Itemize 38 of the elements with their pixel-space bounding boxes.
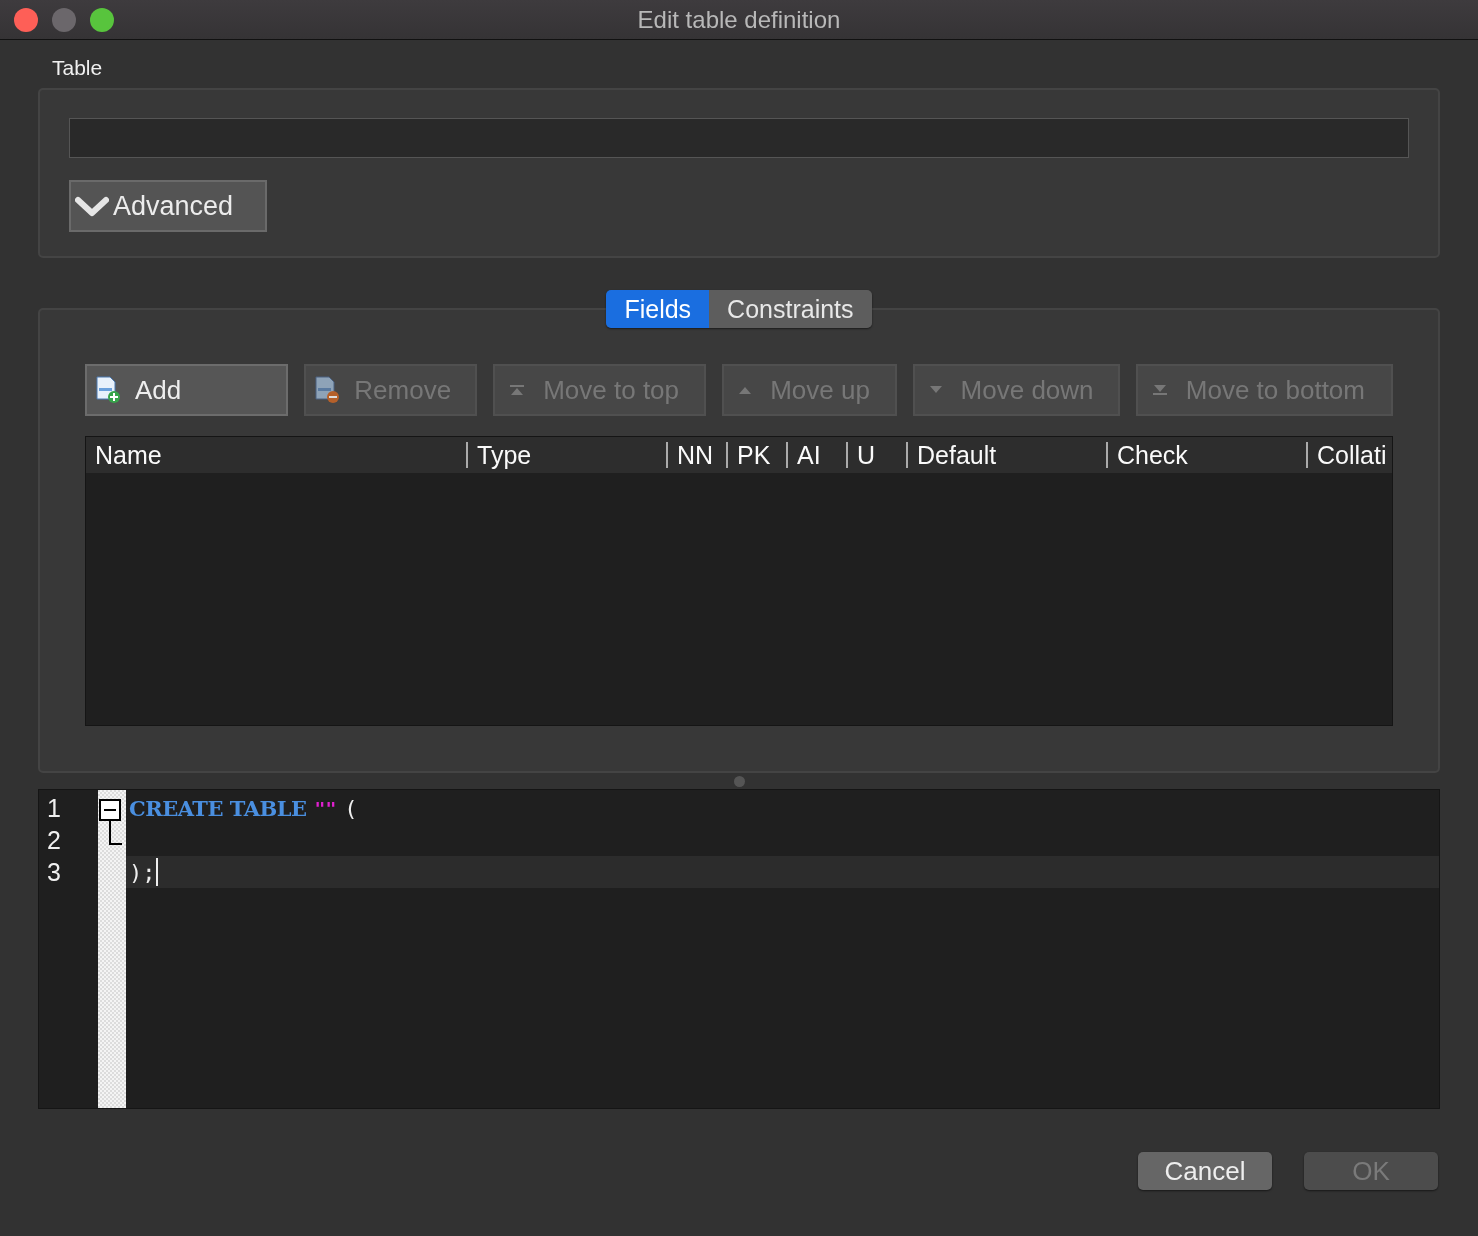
arrow-to-top-icon — [509, 384, 526, 396]
triangle-up-icon — [738, 385, 753, 395]
column-header[interactable]: Type — [466, 442, 666, 468]
column-header[interactable]: Default — [906, 442, 1106, 468]
toolbar-button[interactable]: Add — [85, 364, 289, 416]
chevron-down-icon — [75, 195, 109, 217]
text-cursor — [155, 858, 158, 886]
column-header[interactable]: Check — [1106, 442, 1306, 468]
sql-keyword: CREATE TABLE — [129, 795, 307, 821]
line-number: 3 — [46, 857, 62, 888]
code-text: ( — [344, 795, 358, 821]
sql-editor[interactable]: 1 2 3 CREATE TABLE "" ( ); — [38, 789, 1440, 1109]
line-number: 2 — [46, 825, 62, 856]
dialog-button[interactable]: Cancel — [1138, 1152, 1272, 1190]
zoom-button[interactable] — [90, 7, 114, 32]
section-label: Table — [52, 56, 103, 80]
column-header[interactable]: NN — [666, 442, 726, 468]
column-header[interactable]: Collati — [1306, 442, 1392, 468]
table-name-field[interactable] — [69, 118, 1409, 158]
column-header[interactable]: AI — [786, 442, 846, 468]
close-button[interactable] — [14, 7, 38, 32]
triangle-down-icon — [928, 385, 943, 395]
collapse-icon[interactable] — [98, 798, 122, 846]
column-header[interactable]: PK — [726, 442, 786, 468]
tab[interactable]: Constraints — [709, 290, 872, 328]
minimize-button[interactable] — [52, 7, 76, 32]
splitter-handle[interactable] — [733, 775, 745, 787]
column-header[interactable]: U — [846, 442, 906, 468]
window-title: Edit table definition — [637, 5, 841, 33]
tab[interactable]: Fields — [606, 290, 710, 328]
document-remove-icon — [314, 376, 341, 404]
arrow-to-bottom-icon — [1151, 384, 1168, 396]
advanced-button[interactable]: Advanced — [69, 180, 267, 232]
document-add-icon — [95, 376, 121, 404]
code-text: ); — [129, 859, 156, 885]
line-number: 1 — [46, 793, 62, 824]
sql-string: "" — [314, 797, 337, 819]
column-header[interactable]: Name — [86, 442, 466, 468]
